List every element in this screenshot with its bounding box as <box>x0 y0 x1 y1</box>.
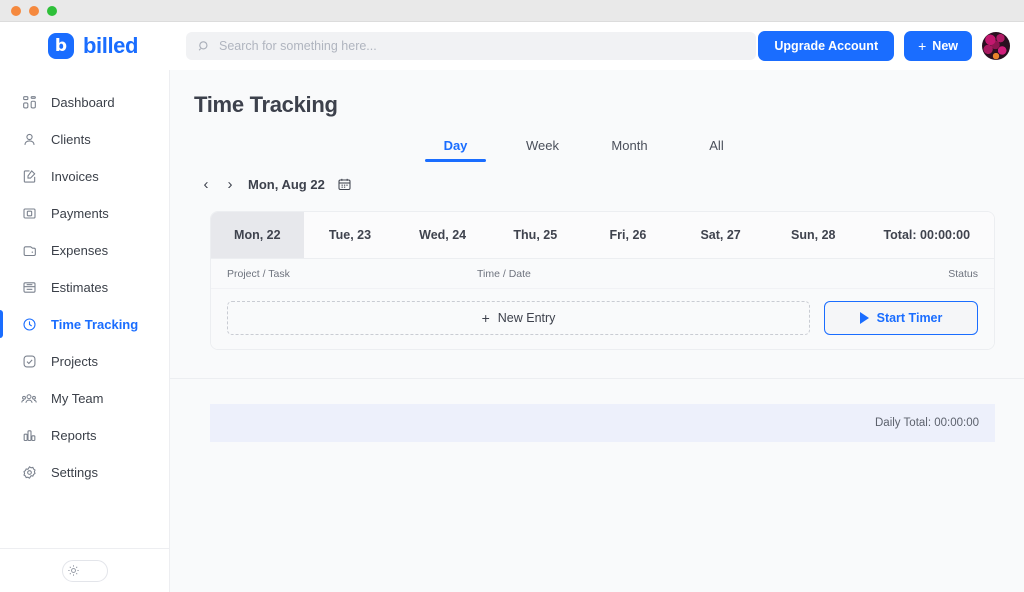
sidebar-item-label: Payments <box>51 206 109 221</box>
plus-icon: + <box>918 38 926 54</box>
start-timer-label: Start Timer <box>877 311 943 325</box>
section-divider <box>170 378 1024 379</box>
sidebar-item-clients[interactable]: Clients <box>0 121 169 158</box>
app-body: Dashboard Clients Invoi <box>0 70 1024 592</box>
sidebar-item-reports[interactable]: Reports <box>0 417 169 454</box>
top-bar-actions: Upgrade Account + New <box>758 31 1010 61</box>
logo-mark-icon: b <box>48 33 74 59</box>
tab-all[interactable]: All <box>673 132 760 162</box>
sidebar-item-my-team[interactable]: My Team <box>0 380 169 417</box>
sidebar-nav: Dashboard Clients Invoi <box>0 70 169 491</box>
sidebar-item-label: Expenses <box>51 243 108 258</box>
period-tabs: Day Week Month All <box>170 132 1024 162</box>
page-title: Time Tracking <box>170 70 1024 118</box>
avatar[interactable] <box>982 32 1010 60</box>
column-header-time-date: Time / Date <box>477 268 948 280</box>
check-icon <box>20 353 38 371</box>
theme-toggle[interactable] <box>62 560 108 582</box>
calendar-icon[interactable] <box>337 177 352 192</box>
sidebar-item-settings[interactable]: Settings <box>0 454 169 491</box>
day-cell-tue[interactable]: Tue, 23 <box>304 212 397 258</box>
sidebar-item-label: Time Tracking <box>51 317 138 332</box>
new-button[interactable]: + New <box>904 31 972 61</box>
zoom-button[interactable] <box>47 6 57 16</box>
sidebar-item-label: Projects <box>51 354 98 369</box>
minimize-button[interactable] <box>29 6 39 16</box>
search-icon <box>198 40 211 53</box>
close-button[interactable] <box>11 6 21 16</box>
prev-date-button[interactable]: ‹ <box>194 172 218 196</box>
sidebar-item-time-tracking[interactable]: Time Tracking <box>0 306 169 343</box>
new-entry-label: New Entry <box>498 311 556 325</box>
top-bar: b billed Upgrade Account + New <box>0 22 1024 70</box>
sidebar-item-estimates[interactable]: Estimates <box>0 269 169 306</box>
sidebar-item-payments[interactable]: Payments <box>0 195 169 232</box>
sidebar-item-projects[interactable]: Projects <box>0 343 169 380</box>
next-date-button[interactable]: › <box>218 172 242 196</box>
edit-doc-icon <box>20 168 38 186</box>
team-icon <box>20 390 38 408</box>
entry-actions-row: + New Entry Start Timer <box>211 288 994 349</box>
week-day-selector: Mon, 22 Tue, 23 Wed, 24 Thu, 25 Fri, 26 … <box>211 212 994 258</box>
time-tracking-card: Mon, 22 Tue, 23 Wed, 24 Thu, 25 Fri, 26 … <box>210 211 995 350</box>
main-content: Time Tracking Day Week Month All ‹ › Mon… <box>170 70 1024 592</box>
sidebar-item-label: Dashboard <box>51 95 115 110</box>
user-icon <box>20 131 38 149</box>
wallet-icon <box>20 242 38 260</box>
plus-icon: + <box>482 310 490 326</box>
daily-total-bar: Daily Total: 00:00:00 <box>210 404 995 442</box>
sidebar: Dashboard Clients Invoi <box>0 70 170 592</box>
date-navigation: ‹ › Mon, Aug 22 <box>170 172 1024 196</box>
week-total: Total: 00:00:00 <box>860 212 994 258</box>
money-icon <box>20 205 38 223</box>
sidebar-item-invoices[interactable]: Invoices <box>0 158 169 195</box>
gear-icon <box>20 464 38 482</box>
sidebar-item-label: Estimates <box>51 280 108 295</box>
sun-icon <box>67 564 80 577</box>
tab-day[interactable]: Day <box>412 132 499 162</box>
day-cell-mon[interactable]: Mon, 22 <box>211 212 304 258</box>
sidebar-item-dashboard[interactable]: Dashboard <box>0 84 169 121</box>
new-entry-button[interactable]: + New Entry <box>227 301 810 335</box>
window-titlebar <box>0 0 1024 22</box>
tab-month[interactable]: Month <box>586 132 673 162</box>
column-header-status: Status <box>948 268 978 280</box>
search-input[interactable] <box>219 39 744 53</box>
app-logo[interactable]: b billed <box>0 33 170 59</box>
start-timer-button[interactable]: Start Timer <box>824 301 978 335</box>
day-cell-wed[interactable]: Wed, 24 <box>396 212 489 258</box>
sidebar-item-expenses[interactable]: Expenses <box>0 232 169 269</box>
sidebar-item-label: My Team <box>51 391 104 406</box>
search-bar[interactable] <box>186 32 756 60</box>
table-column-headers: Project / Task Time / Date Status <box>211 258 994 288</box>
sidebar-item-label: Reports <box>51 428 97 443</box>
column-header-project-task: Project / Task <box>227 268 477 280</box>
grid-icon <box>20 94 38 112</box>
day-cell-sat[interactable]: Sat, 27 <box>674 212 767 258</box>
logo-text: billed <box>83 33 138 59</box>
sidebar-item-label: Invoices <box>51 169 99 184</box>
day-cell-fri[interactable]: Fri, 26 <box>582 212 675 258</box>
day-cell-sun[interactable]: Sun, 28 <box>767 212 860 258</box>
inbox-icon <box>20 279 38 297</box>
current-date-label: Mon, Aug 22 <box>248 177 325 192</box>
bar-chart-icon <box>20 427 38 445</box>
daily-total-label: Daily Total: 00:00:00 <box>875 417 979 429</box>
upgrade-account-button[interactable]: Upgrade Account <box>758 31 894 61</box>
clock-icon <box>20 316 38 334</box>
day-cell-thu[interactable]: Thu, 25 <box>489 212 582 258</box>
play-icon <box>860 312 869 324</box>
sidebar-footer <box>0 548 169 592</box>
sidebar-item-label: Clients <box>51 132 91 147</box>
sidebar-item-label: Settings <box>51 465 98 480</box>
tab-week[interactable]: Week <box>499 132 586 162</box>
app-window: b billed Upgrade Account + New <box>0 0 1024 592</box>
new-button-label: New <box>932 39 958 53</box>
